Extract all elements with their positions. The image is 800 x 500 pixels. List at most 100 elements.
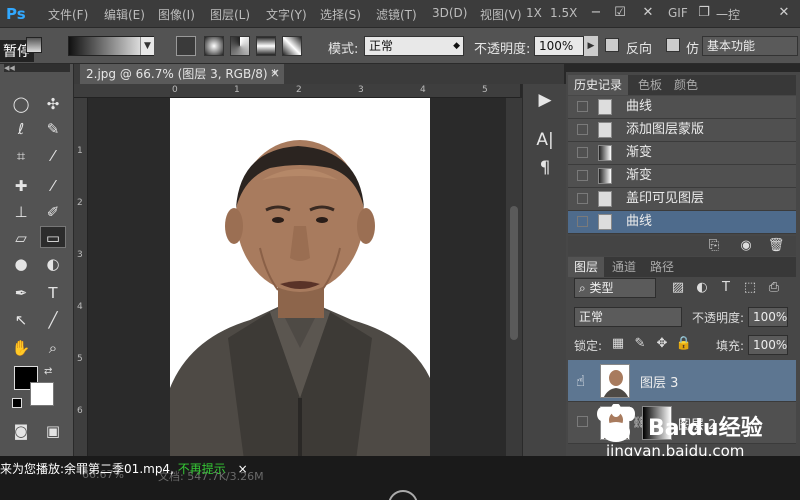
- tab-history[interactable]: 历史记录: [568, 75, 629, 95]
- dodge-tool-icon[interactable]: ◐: [40, 253, 66, 275]
- hand-tool-icon[interactable]: ✋: [8, 337, 34, 359]
- reverse-checkbox[interactable]: [605, 38, 619, 52]
- lock-all-icon[interactable]: 🔒: [674, 336, 694, 351]
- tool-preset-icon[interactable]: [26, 37, 42, 53]
- dont-show-again-link[interactable]: 不再提示: [178, 462, 226, 476]
- lock-position-icon[interactable]: ✥: [652, 336, 672, 351]
- quick-mask-icon[interactable]: ◙: [8, 420, 34, 442]
- linear-gradient-icon[interactable]: [176, 36, 196, 56]
- filter-shape-icon[interactable]: ⬚: [740, 280, 760, 295]
- filter-type-icon[interactable]: T: [716, 280, 736, 295]
- layer-filter-select[interactable]: ⌕ 类型: [574, 278, 656, 298]
- menu-image[interactable]: 图像(I): [158, 6, 195, 23]
- close-icon[interactable]: ✕: [638, 4, 658, 22]
- swap-colors-icon[interactable]: ⇄: [44, 366, 52, 377]
- menu-edit[interactable]: 编辑(E): [104, 6, 145, 23]
- speed-1-5x[interactable]: 1.5X: [550, 6, 577, 20]
- restore-icon[interactable]: ❐: [694, 4, 714, 22]
- history-checkbox[interactable]: [577, 124, 588, 135]
- blend-mode-select[interactable]: 正常: [574, 307, 682, 327]
- layer-name[interactable]: 图层 3: [640, 372, 678, 391]
- history-item[interactable]: 添加图层蒙版: [568, 119, 796, 142]
- history-checkbox[interactable]: [577, 101, 588, 112]
- scrollbar-thumb[interactable]: [510, 206, 518, 340]
- screen-mode-icon[interactable]: ▣: [40, 420, 66, 442]
- checkbox-icon[interactable]: ☑: [610, 4, 630, 22]
- new-document-from-state-icon[interactable]: ⎘: [704, 238, 724, 253]
- history-item[interactable]: 渐变: [568, 142, 796, 165]
- healing-brush-tool-icon[interactable]: ✚: [8, 175, 34, 197]
- crop-tool-icon[interactable]: ⌗: [8, 145, 34, 167]
- pen-tool-icon[interactable]: ✒: [8, 282, 34, 304]
- zoom-tool-icon[interactable]: ⌕: [40, 337, 66, 359]
- history-checkbox[interactable]: [577, 216, 588, 227]
- history-checkbox[interactable]: [577, 193, 588, 204]
- character-panel-icon[interactable]: A|: [530, 130, 560, 150]
- gif-button[interactable]: GIF: [668, 6, 688, 20]
- opacity-dropdown-icon[interactable]: ▶: [584, 36, 598, 56]
- play-icon[interactable]: ▶: [530, 90, 560, 110]
- clone-stamp-tool-icon[interactable]: ⊥: [8, 201, 34, 223]
- tab-layers[interactable]: 图层: [568, 257, 605, 277]
- window-close-icon[interactable]: ✕: [774, 4, 794, 22]
- eraser-tool-icon[interactable]: ▱: [8, 227, 34, 249]
- minimize-icon[interactable]: −: [586, 4, 606, 22]
- filter-smart-icon[interactable]: ⎙: [764, 280, 784, 295]
- eye-visibility-icon[interactable]: ☝: [576, 372, 585, 390]
- line-tool-icon[interactable]: ╱: [40, 309, 66, 331]
- lasso-tool-icon[interactable]: ℓ: [8, 118, 34, 140]
- marquee-tool-icon[interactable]: ◯: [8, 93, 34, 115]
- opacity-input[interactable]: 100%: [534, 36, 584, 56]
- history-item[interactable]: 曲线: [568, 96, 796, 119]
- history-checkbox[interactable]: [577, 170, 588, 181]
- gradient-tool-icon[interactable]: ▭: [40, 226, 66, 248]
- angle-gradient-icon[interactable]: [230, 36, 250, 56]
- trash-icon[interactable]: 🗑: [766, 238, 786, 253]
- tab-color[interactable]: 颜色: [668, 75, 704, 95]
- player-close-icon[interactable]: ×: [238, 462, 248, 476]
- move-tool-icon[interactable]: ✣: [40, 93, 66, 115]
- quick-select-tool-icon[interactable]: ✎: [40, 118, 66, 140]
- document-photo[interactable]: [170, 98, 430, 460]
- control-button[interactable]: 一控: [716, 6, 740, 23]
- menu-filter[interactable]: 滤镜(T): [376, 6, 417, 23]
- history-checkbox[interactable]: [577, 147, 588, 158]
- layer-opacity-input[interactable]: 100%: [748, 307, 788, 327]
- eyedropper-tool-icon[interactable]: ⁄: [40, 145, 66, 167]
- blur-tool-icon[interactable]: ●: [8, 253, 34, 275]
- tab-paths[interactable]: 路径: [644, 257, 680, 277]
- layer-row-selected[interactable]: ☝ 图层 3: [568, 360, 796, 402]
- lock-paint-icon[interactable]: ✎: [630, 336, 650, 351]
- type-tool-icon[interactable]: T: [40, 282, 66, 304]
- camera-icon[interactable]: ◉: [736, 238, 756, 253]
- history-item[interactable]: 盖印可见图层: [568, 188, 796, 211]
- brush-tool-icon[interactable]: ⁄: [40, 175, 66, 197]
- filter-pixel-icon[interactable]: ▨: [668, 280, 688, 295]
- menu-type[interactable]: 文字(Y): [266, 6, 307, 23]
- reflected-gradient-icon[interactable]: [256, 36, 276, 56]
- menu-3d[interactable]: 3D(D): [432, 6, 467, 20]
- fill-input[interactable]: 100%: [748, 335, 788, 355]
- history-item-selected[interactable]: 曲线: [568, 211, 796, 234]
- filter-adjust-icon[interactable]: ◐: [692, 280, 712, 295]
- history-item[interactable]: 渐变: [568, 165, 796, 188]
- mode-select[interactable]: 正常 ◆: [364, 36, 464, 56]
- path-select-tool-icon[interactable]: ↖: [8, 309, 34, 331]
- radial-gradient-icon[interactable]: [204, 36, 224, 56]
- dither-checkbox[interactable]: [666, 38, 680, 52]
- document-close-icon[interactable]: ×: [270, 66, 280, 80]
- speed-1x[interactable]: 1X: [526, 6, 542, 20]
- document-tab[interactable]: 2.jpg @ 66.7% (图层 3, RGB/8) *: [80, 64, 284, 84]
- menu-layer[interactable]: 图层(L): [210, 6, 250, 23]
- diamond-gradient-icon[interactable]: [282, 36, 302, 56]
- toolbar-collapse-icon[interactable]: ◀◀: [4, 64, 70, 72]
- tab-swatches[interactable]: 色板: [632, 75, 668, 95]
- paragraph-panel-icon[interactable]: ¶: [530, 158, 560, 178]
- chevron-down-icon[interactable]: ▼: [140, 37, 154, 55]
- default-colors-icon[interactable]: [12, 398, 22, 408]
- workspace-select[interactable]: 基本功能: [702, 36, 798, 56]
- background-color-swatch[interactable]: [30, 382, 54, 406]
- tab-channels[interactable]: 通道: [606, 257, 642, 277]
- menu-select[interactable]: 选择(S): [320, 6, 361, 23]
- menu-view[interactable]: 视图(V): [480, 6, 522, 23]
